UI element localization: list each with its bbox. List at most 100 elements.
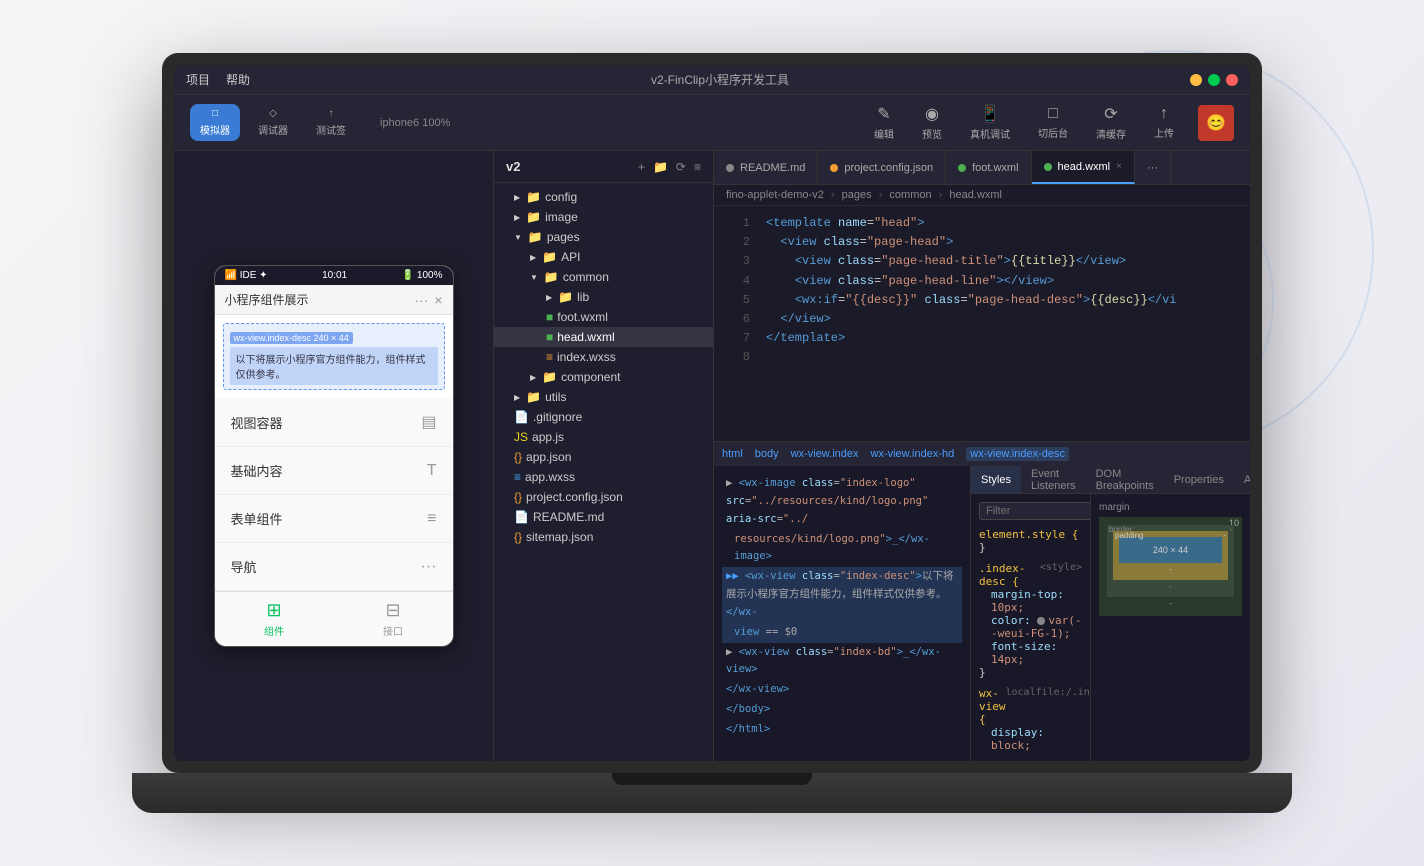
tab-project-config[interactable]: project.config.json [818, 151, 946, 184]
html-node-desc-cont: view == $0 [722, 623, 962, 643]
css-selector-wx-view: wx-view { [979, 687, 1005, 726]
box-border: border - padding - [1107, 525, 1234, 597]
phone-menu-item-2[interactable]: 表单组件 ≡ [215, 495, 453, 543]
padding-bottom: - [1119, 565, 1222, 574]
border-value: - [1229, 525, 1232, 534]
html-node-desc[interactable]: ▶▶ <wx-view class="index-desc">以下将展示小程序官… [722, 567, 962, 623]
phone-menu-item-3[interactable]: 导航 ··· [215, 543, 453, 591]
file-item-readme[interactable]: 📄 README.md [494, 507, 713, 527]
simulator-icon: □ [212, 108, 218, 119]
test-sign-button[interactable]: ↑ 测试签 [306, 104, 356, 141]
phone-menu-item-1[interactable]: 基础内容 T [215, 447, 453, 495]
left-panel: 📶 IDE ✦ 10:01 🔋 100% 小程序组件展示 ··· × [174, 151, 494, 761]
styles-tab-event-listeners[interactable]: Event Listeners [1021, 466, 1086, 493]
tab-label-foot-wxml: foot.wxml [972, 162, 1018, 174]
filter-input[interactable] [979, 502, 1090, 520]
css-rule-close-0: } [979, 541, 1082, 554]
phone-menu-icon[interactable]: ··· [414, 292, 428, 308]
folder-icon-pages: 📁 [528, 230, 543, 244]
phone-status-time: 10:01 [322, 270, 347, 281]
file-item-component[interactable]: ▶ 📁 component [494, 367, 713, 387]
path-index-desc[interactable]: wx-view.index-desc [966, 447, 1069, 461]
file-item-api[interactable]: ▶ 📁 API [494, 247, 713, 267]
file-item-app-wxss[interactable]: ≡ app.wxss [494, 467, 713, 487]
file-item-foot-wxml[interactable]: ■ foot.wxml [494, 307, 713, 327]
phone-menu-label-2: 表单组件 [231, 509, 283, 528]
file-item-app-js[interactable]: JS app.js [494, 427, 713, 447]
file-item-lib[interactable]: ▶ 📁 lib [494, 287, 713, 307]
path-index[interactable]: wx-view.index [791, 448, 859, 460]
arrow-config: ▶ [514, 193, 520, 202]
path-index-hd[interactable]: wx-view.index-hd [871, 448, 955, 460]
code-line-4: 4 <view class="page-head-line"></view> [714, 272, 1250, 291]
file-tree-root: v2 [506, 159, 520, 174]
styles-tab-properties[interactable]: Properties [1164, 466, 1234, 493]
debugger-icon: ◇ [269, 108, 277, 119]
file-item-index-wxss[interactable]: ≡ index.wxss [494, 347, 713, 367]
debugger-button[interactable]: ◇ 调试器 [248, 104, 298, 141]
css-rule-close-1: } [979, 666, 1082, 679]
phone-close-icon[interactable]: × [434, 292, 442, 308]
file-item-head-wxml[interactable]: ■ head.wxml [494, 327, 713, 347]
path-html[interactable]: html [722, 448, 743, 460]
menu-item-help[interactable]: 帮助 [226, 71, 250, 88]
breadcrumb-part-3[interactable]: head.wxml [949, 189, 1002, 201]
maximize-button[interactable] [1208, 74, 1220, 86]
simulator-button[interactable]: □ 模拟器 [190, 104, 240, 141]
phone-menu-item-0[interactable]: 视图容器 ▤ [215, 398, 453, 447]
file-item-project-config[interactable]: {} project.config.json [494, 487, 713, 507]
file-item-app-json[interactable]: {} app.json [494, 447, 713, 467]
file-item-sitemap[interactable]: {} sitemap.json [494, 527, 713, 547]
box-content: 240 × 44 [1119, 537, 1222, 563]
styles-tab-accessibility[interactable]: Accessibility [1234, 466, 1250, 493]
main-content: 📶 IDE ✦ 10:01 🔋 100% 小程序组件展示 ··· × [174, 151, 1250, 761]
device-debug-action[interactable]: 📱 真机调试 [958, 100, 1022, 145]
breadcrumb-part-2[interactable]: common [889, 189, 931, 201]
background-action[interactable]: □ 切后台 [1026, 101, 1080, 144]
phone-nav-components[interactable]: ⊞ 组件 [215, 592, 334, 646]
html-tree: ▶ <wx-image class="index-logo" src="../r… [714, 466, 970, 761]
minimize-button[interactable] [1190, 74, 1202, 86]
line-num-8: 8 [722, 348, 750, 367]
tab-more[interactable]: ··· [1135, 151, 1171, 184]
file-item-utils[interactable]: ▶ 📁 utils [494, 387, 713, 407]
phone-highlight-area: wx-view.index-desc 240 × 44 以下将展示小程序官方组件… [223, 323, 445, 390]
css-val-font-size: 14px; [991, 653, 1024, 666]
file-item-config[interactable]: ▶ 📁 config [494, 187, 713, 207]
collapse-icon[interactable]: ≡ [694, 160, 701, 174]
preview-action[interactable]: ◉ 预览 [910, 100, 954, 145]
close-button[interactable] [1226, 74, 1238, 86]
path-body[interactable]: body [755, 448, 779, 460]
folder-icon-utils: 📁 [526, 390, 541, 404]
avatar-button[interactable]: 😊 [1198, 105, 1234, 141]
file-tree-panel: v2 + 📁 ⟳ ≡ ▶ 📁 [494, 151, 714, 761]
styles-tab-dom-breakpoints[interactable]: DOM Breakpoints [1086, 466, 1164, 493]
styles-side-panel: Styles Event Listeners DOM Breakpoints P… [970, 466, 1250, 761]
phone-nav-api[interactable]: ⊟ 接口 [334, 592, 453, 646]
code-line-5: 5 <wx:if="{{desc}}" class="page-head-des… [714, 291, 1250, 310]
tab-readme[interactable]: README.md [714, 151, 818, 184]
html-node-close-html: </html> [722, 720, 962, 740]
tab-foot-wxml[interactable]: foot.wxml [946, 151, 1031, 184]
file-item-image[interactable]: ▶ 📁 image [494, 207, 713, 227]
breadcrumb-part-0[interactable]: fino-applet-demo-v2 [726, 189, 824, 201]
tab-close-head-wxml[interactable]: × [1116, 161, 1122, 172]
styles-tab-styles[interactable]: Styles [971, 466, 1021, 493]
refresh-icon[interactable]: ⟳ [676, 160, 686, 174]
file-item-pages[interactable]: ▼ 📁 pages [494, 227, 713, 247]
code-editor[interactable]: 1 <template name="head"> 2 <view class="… [714, 206, 1250, 441]
menu-item-project[interactable]: 项目 [186, 71, 210, 88]
file-item-common[interactable]: ▼ 📁 common [494, 267, 713, 287]
clear-cache-action[interactable]: ⟳ 清缓存 [1084, 100, 1138, 145]
tab-head-wxml[interactable]: head.wxml × [1032, 151, 1135, 184]
arrow-common: ▼ [530, 273, 538, 282]
breadcrumb-part-1[interactable]: pages [842, 189, 872, 201]
new-file-icon[interactable]: + [638, 160, 645, 174]
window-controls [1190, 74, 1238, 86]
clear-cache-label: 清缓存 [1096, 126, 1126, 141]
file-item-gitignore[interactable]: 📄 .gitignore [494, 407, 713, 427]
new-folder-icon[interactable]: 📁 [653, 160, 668, 174]
edit-action[interactable]: ✎ 编辑 [862, 100, 906, 145]
test-sign-label: 测试签 [316, 122, 346, 137]
upload-action[interactable]: ↑ 上传 [1142, 101, 1186, 144]
